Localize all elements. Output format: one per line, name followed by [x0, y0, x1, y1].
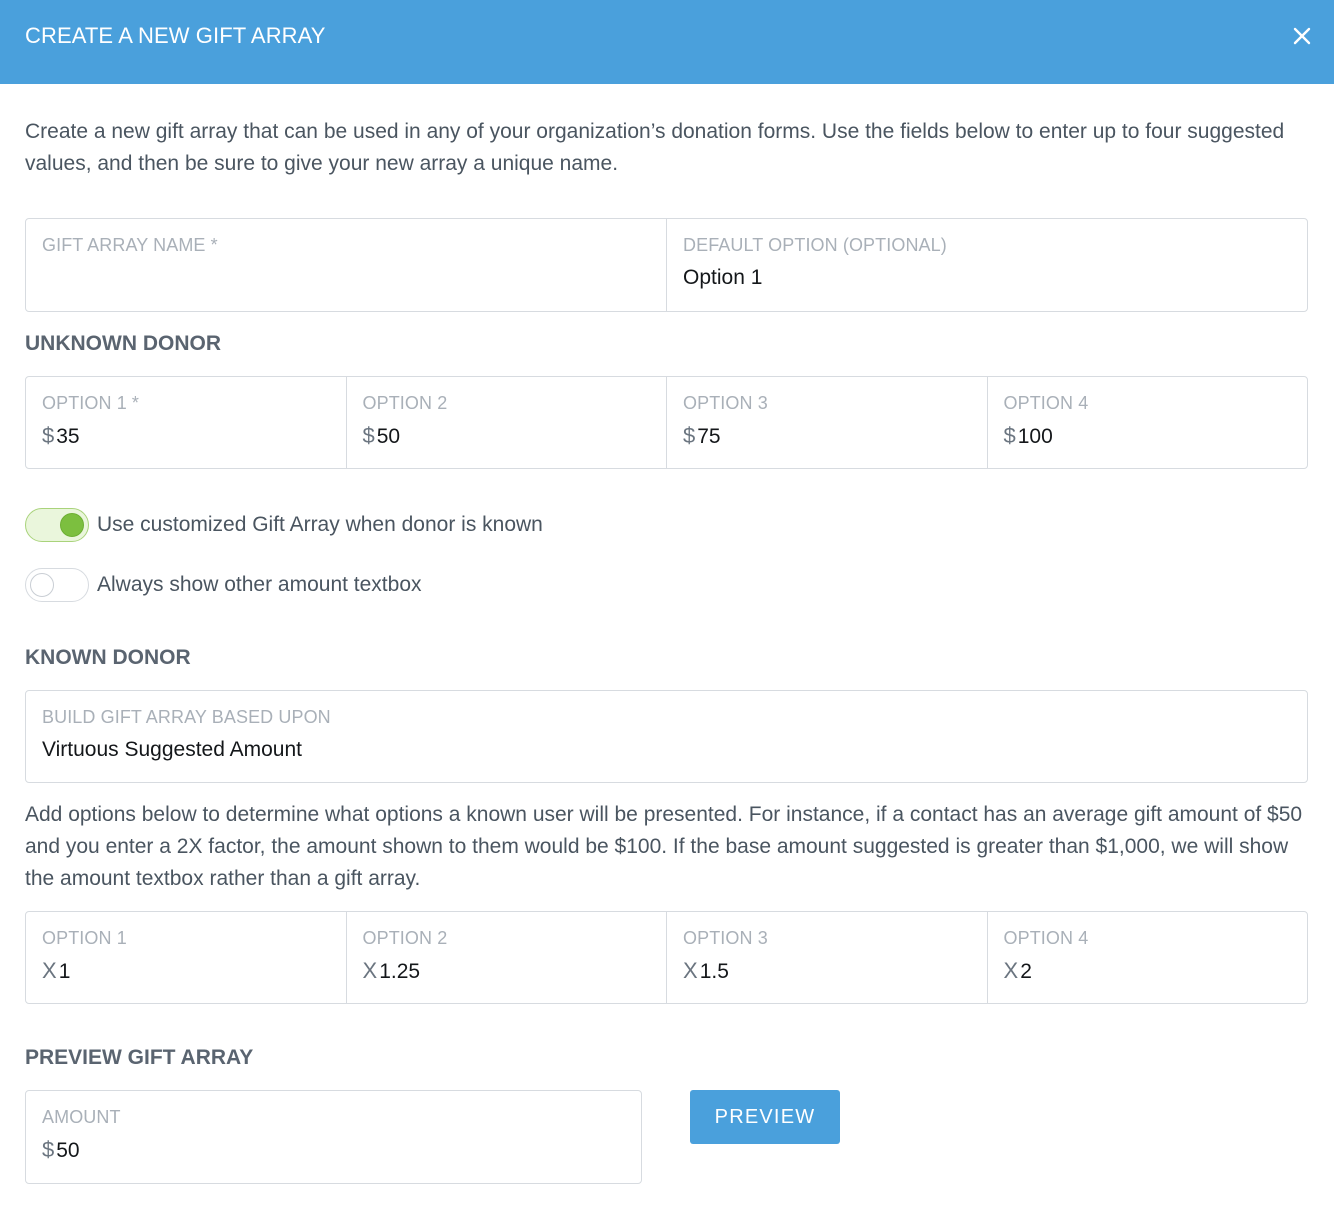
known-option-2-label: OPTION 2: [362, 928, 448, 948]
default-option-field[interactable]: DEFAULT OPTION (OPTIONAL) Option 1: [667, 219, 1307, 311]
other-amount-toggle[interactable]: [25, 568, 89, 602]
multiplier-prefix: X: [42, 958, 57, 983]
customized-array-toggle-label: Use customized Gift Array when donor is …: [97, 513, 543, 536]
other-amount-toggle-label: Always show other amount textbox: [97, 573, 422, 596]
known-option-4-label: OPTION 4: [1003, 928, 1089, 948]
unknown-option-1-label: OPTION 1 *: [42, 393, 140, 413]
gift-array-basis-field[interactable]: BUILD GIFT ARRAY BASED UPON Virtuous Sug…: [26, 691, 1307, 782]
customized-array-toggle[interactable]: [25, 508, 89, 542]
unknown-option-3-field[interactable]: OPTION 3 $75: [667, 377, 988, 468]
preview-amount-label: AMOUNT: [42, 1107, 121, 1127]
multiplier-prefix: X: [362, 958, 378, 983]
unknown-option-1-value[interactable]: 35: [56, 424, 79, 450]
default-option-label: DEFAULT OPTION (OPTIONAL): [683, 235, 947, 255]
gift-array-name-field[interactable]: GIFT ARRAY NAME *: [26, 219, 667, 311]
known-donor-help-text: Add options below to determine what opti…: [25, 803, 1303, 890]
known-option-1-field[interactable]: OPTION 1 X1: [26, 912, 347, 1003]
dollar-prefix: $: [42, 423, 55, 448]
modal-header: CREATE A NEW GIFT ARRAY: [0, 0, 1334, 84]
multiplier-prefix: X: [1003, 958, 1019, 983]
preview-title: PREVIEW GIFT ARRAY: [25, 1046, 254, 1069]
known-option-2-field[interactable]: OPTION 2 X 1.25: [347, 912, 667, 1003]
preview-button[interactable]: PREVIEW: [690, 1090, 840, 1144]
close-icon[interactable]: [1286, 20, 1318, 52]
customized-array-toggle-row: Use customized Gift Array when donor is …: [25, 508, 543, 542]
dollar-prefix: $: [362, 423, 375, 448]
array-name-row: GIFT ARRAY NAME * DEFAULT OPTION (OPTION…: [25, 218, 1308, 312]
known-option-1-label: OPTION 1: [42, 928, 127, 948]
dollar-prefix: $: [1003, 423, 1016, 448]
unknown-option-2-label: OPTION 2: [362, 393, 448, 413]
gift-array-basis-label: BUILD GIFT ARRAY BASED UPON: [42, 707, 331, 727]
gift-array-name-label: GIFT ARRAY NAME *: [42, 235, 218, 255]
known-option-4-value[interactable]: 2: [1020, 959, 1032, 985]
known-option-3-label: OPTION 3: [683, 928, 768, 948]
unknown-option-2-value[interactable]: 50: [377, 424, 400, 450]
toggle-knob: [60, 513, 84, 537]
known-donor-options: OPTION 1 X1 OPTION 2 X 1.25 OPTION 3 X 1.5…: [25, 911, 1308, 1004]
modal-title: CREATE A NEW GIFT ARRAY: [25, 23, 326, 48]
unknown-option-4-value[interactable]: 100: [1018, 424, 1053, 450]
known-option-3-field[interactable]: OPTION 3 X 1.5: [667, 912, 988, 1003]
other-amount-toggle-row: Always show other amount textbox: [25, 568, 422, 602]
preview-amount-value[interactable]: 50: [56, 1138, 79, 1164]
dollar-prefix: $: [683, 423, 696, 448]
unknown-donor-options: OPTION 1 * $35 OPTION 2 $50 OPTION 3 $75…: [25, 376, 1308, 469]
unknown-option-4-field[interactable]: OPTION 4 $100: [988, 377, 1308, 468]
known-donor-title: KNOWN DONOR: [25, 646, 191, 669]
gift-array-basis-value[interactable]: Virtuous Suggested Amount: [42, 737, 1291, 763]
preview-amount-field[interactable]: AMOUNT $50: [25, 1090, 642, 1184]
intro-text: Create a new gift array that can be used…: [25, 120, 1285, 175]
known-option-1-value[interactable]: 1: [59, 959, 71, 985]
default-option-value[interactable]: Option 1: [683, 265, 1291, 291]
known-option-4-field[interactable]: OPTION 4 X2: [988, 912, 1308, 1003]
known-donor-basis-row: BUILD GIFT ARRAY BASED UPON Virtuous Sug…: [25, 690, 1308, 783]
unknown-option-2-field[interactable]: OPTION 2 $50: [347, 377, 667, 468]
dollar-prefix: $: [42, 1137, 55, 1162]
known-option-3-value[interactable]: 1.5: [700, 959, 729, 985]
unknown-option-1-field[interactable]: OPTION 1 * $35: [26, 377, 347, 468]
multiplier-prefix: X: [683, 958, 698, 983]
unknown-donor-title: UNKNOWN DONOR: [25, 332, 221, 355]
known-option-2-value[interactable]: 1.25: [379, 959, 420, 985]
toggle-knob: [30, 573, 54, 597]
unknown-option-4-label: OPTION 4: [1003, 393, 1089, 413]
unknown-option-3-value[interactable]: 75: [697, 424, 720, 450]
unknown-option-3-label: OPTION 3: [683, 393, 768, 413]
